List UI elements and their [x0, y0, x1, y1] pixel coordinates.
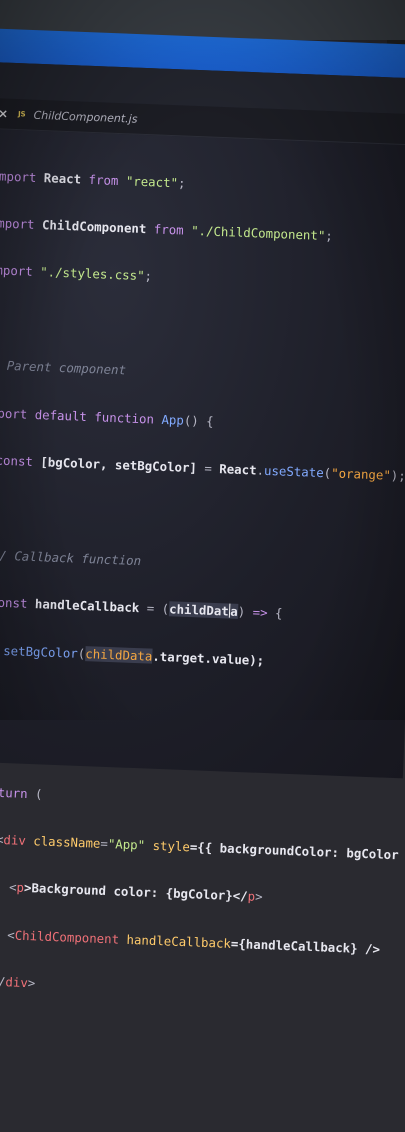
code-editor[interactable]: × JS ChildComponent.js import React from… [0, 62, 405, 991]
function-call: setBgColor [2, 642, 79, 661]
tab-label: ChildComponent.js [33, 108, 138, 126]
code-line: export default function App() { [0, 405, 405, 438]
punctuation: { [274, 605, 283, 621]
javascript-file-icon: JS [17, 110, 26, 119]
code-line: ); [0, 1020, 405, 1053]
parameter: childDat [168, 601, 230, 619]
code-line: import React from "react"; [0, 168, 405, 201]
string-literal: "orange" [330, 465, 392, 483]
keyword: import [0, 167, 37, 185]
code-line: </div> [0, 973, 405, 1006]
jsx-tag: div [3, 832, 27, 849]
comment: // Parent component [6, 358, 127, 378]
code-line: import ChildComponent from "./ChildCompo… [0, 215, 405, 248]
punctuation: }; [0, 689, 2, 705]
identifier: handleCallback [34, 596, 140, 616]
keyword: from [153, 221, 184, 238]
code-line: const handleCallback = (childData) => { [0, 594, 405, 627]
keyword: function [94, 408, 155, 427]
keyword: default [34, 406, 88, 424]
code-line: setBgColor(childData.target.value); [0, 641, 405, 674]
jsx-attribute: className [33, 833, 101, 851]
keyword: from [88, 171, 119, 188]
punctuation: ; [177, 174, 186, 191]
identifier: [bgColor, setBgColor] [40, 454, 198, 476]
parameter: childData [85, 645, 153, 664]
selection-highlight: childData [168, 601, 239, 620]
identifier: ChildComponent [41, 217, 147, 237]
code-line: } [0, 1068, 405, 1101]
code-line: // Callback function [0, 547, 405, 580]
punctuation: > [27, 975, 36, 991]
code-line: }; [0, 689, 405, 722]
string-literal: "react" [125, 172, 179, 190]
member-access: .target.value); [152, 648, 265, 668]
arrow-operator: => [252, 604, 268, 621]
code-line: // Parent component [0, 357, 405, 390]
punctuation: ; [325, 227, 334, 244]
identifier: React [219, 461, 257, 478]
punctuation: () { [183, 412, 214, 429]
jsx-expression: ={{ backgroundColor: bgColor }} [189, 839, 405, 864]
comment: // Callback function [0, 547, 142, 568]
jsx-tag: div [5, 974, 29, 991]
method-name: useState [263, 462, 325, 481]
jsx-attribute: handleCallback [126, 931, 232, 951]
jsx-expression: ={handleCallback} /> [230, 935, 381, 957]
keyword: const [0, 594, 28, 611]
code-line: <div className="App" style={{ background… [0, 831, 405, 864]
string-literal: "./styles.css" [39, 264, 145, 284]
jsx-text: >Background color: {bgColor}</ [23, 880, 248, 904]
keyword: const [0, 452, 34, 469]
code-area[interactable]: import React from "react"; import ChildC… [0, 136, 405, 1132]
jsx-tag: ChildComponent [14, 927, 120, 947]
keyword: return [0, 783, 28, 801]
punctuation: ( [34, 785, 43, 802]
code-line: import "./styles.css"; [0, 262, 405, 295]
keyword: import [0, 262, 34, 280]
code-line: return ( [0, 783, 405, 816]
keyword: import [0, 215, 35, 232]
punctuation: > [254, 889, 263, 905]
code-line: <p>Background color: {bgColor}</p> [0, 878, 405, 911]
operator: = [146, 600, 155, 616]
string-literal: "App" [107, 836, 146, 853]
function-name: App [161, 411, 185, 428]
tab-childcomponent[interactable]: × JS ChildComponent.js [0, 100, 156, 132]
operator: = [204, 460, 213, 476]
code-line: const [bgColor, setBgColor] = React.useS… [0, 452, 405, 485]
close-icon[interactable]: × [0, 106, 10, 121]
identifier: React [43, 169, 82, 187]
code-line: <ChildComponent handleCallback={handleCa… [0, 925, 405, 958]
string-literal: "./ChildComponent" [190, 222, 326, 243]
punctuation: ); [390, 467, 405, 484]
keyword: export [0, 404, 28, 422]
punctuation: ) [237, 604, 246, 620]
punctuation: ; [144, 268, 153, 284]
jsx-attribute: style [152, 837, 191, 855]
